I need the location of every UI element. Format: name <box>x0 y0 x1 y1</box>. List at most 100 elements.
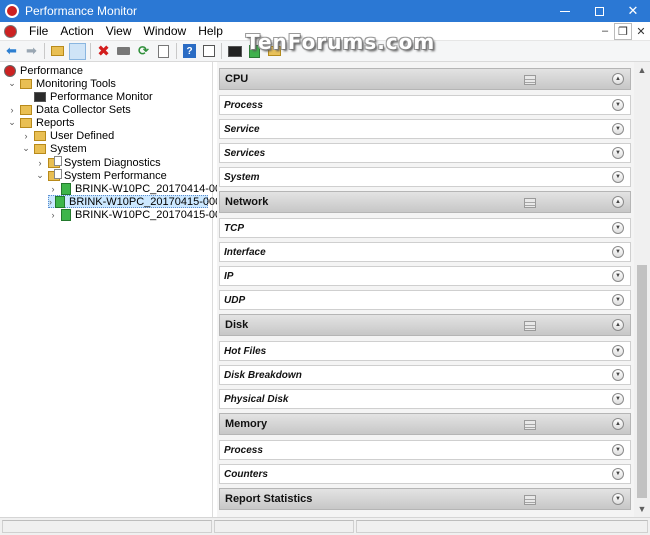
system-menu-icon[interactable] <box>4 24 17 38</box>
chevron-down-icon[interactable]: ⌄ <box>21 143 31 154</box>
chevron-right-icon[interactable]: › <box>48 210 58 220</box>
tree-node-system-performance[interactable]: ⌄ System Performance <box>35 168 167 182</box>
up-folder-icon[interactable] <box>49 43 66 60</box>
folder-icon <box>34 130 46 141</box>
chevron-right-icon[interactable]: › <box>49 197 52 207</box>
section-title: Report Statistics <box>225 493 313 505</box>
report-section-disk[interactable]: Disk ▲ <box>219 314 631 336</box>
expand-icon[interactable]: ▼ <box>612 270 624 282</box>
menu-file[interactable]: File <box>23 24 54 38</box>
scroll-down-icon[interactable]: ▼ <box>634 501 650 517</box>
menu-help[interactable]: Help <box>192 24 229 38</box>
report-subsection-interface[interactable]: Interface ▼ <box>219 242 631 262</box>
expand-icon[interactable]: ▼ <box>612 444 624 456</box>
tree-node-monitoring-tools[interactable]: ⌄ Monitoring Tools <box>7 77 116 90</box>
report-section-network[interactable]: Network ▲ <box>219 191 631 213</box>
tree-node-performance[interactable]: Performance <box>4 64 83 77</box>
tree-node-report-000002[interactable]: › BRINK-W10PC_20170415-000002 <box>48 195 240 208</box>
report-subsection-ip[interactable]: IP ▼ <box>219 266 631 286</box>
folder-icon <box>20 117 32 128</box>
back-arrow-icon[interactable]: ⬅ <box>3 43 20 60</box>
report-subsection-service[interactable]: Service ▼ <box>219 119 631 139</box>
chevron-down-icon[interactable]: ⌄ <box>7 117 17 128</box>
mdi-minimize-button[interactable]: – <box>596 23 614 40</box>
subsection-title: Disk Breakdown <box>224 369 302 381</box>
expand-icon[interactable]: ▼ <box>612 123 624 135</box>
report-subsection-counters[interactable]: Counters ▼ <box>219 464 631 484</box>
tree-node-label: Performance Monitor <box>50 90 153 103</box>
collapse-icon[interactable]: ▲ <box>612 73 624 85</box>
report-section-report-statistics[interactable]: Report Statistics ▼ <box>219 488 631 510</box>
table-icon[interactable] <box>524 321 536 331</box>
tree-node-label: BRINK-W10PC_20170415-000002 <box>69 195 240 208</box>
chevron-down-icon[interactable]: ⌄ <box>35 170 45 181</box>
subsection-title: Process <box>224 99 263 111</box>
chevron-right-icon[interactable]: › <box>7 105 17 115</box>
tree-node-report-000003[interactable]: › BRINK-W10PC_20170415-000003 <box>48 208 246 221</box>
refresh-icon[interactable]: ⟳ <box>135 43 152 60</box>
chevron-right-icon[interactable]: › <box>21 131 31 141</box>
export-list-icon[interactable] <box>155 43 172 60</box>
expand-icon[interactable]: ▼ <box>612 99 624 111</box>
tree-node-reports[interactable]: ⌄ Reports <box>7 116 74 129</box>
menu-view[interactable]: View <box>100 24 138 38</box>
expand-icon[interactable]: ▼ <box>612 393 624 405</box>
collapse-icon[interactable]: ▲ <box>612 418 624 430</box>
report-section-memory[interactable]: Memory ▲ <box>219 413 631 435</box>
table-icon[interactable] <box>524 198 536 208</box>
vertical-scrollbar[interactable]: ▲ ▼ <box>634 62 650 517</box>
tree-node-data-collector-sets[interactable]: › Data Collector Sets <box>7 103 131 116</box>
scroll-up-icon[interactable]: ▲ <box>634 62 650 78</box>
expand-icon[interactable]: ▼ <box>612 246 624 258</box>
tree-node-report-000001[interactable]: › BRINK-W10PC_20170414-000001 <box>48 182 246 195</box>
table-icon[interactable] <box>524 420 536 430</box>
menu-window[interactable]: Window <box>138 24 193 38</box>
tree-node-system[interactable]: ⌄ System <box>21 142 86 155</box>
report-subsection-hot-files[interactable]: Hot Files ▼ <box>219 341 631 361</box>
mdi-close-button[interactable]: ✕ <box>632 23 650 40</box>
expand-icon[interactable]: ▼ <box>612 345 624 357</box>
properties-icon[interactable] <box>115 43 132 60</box>
open-folder-icon[interactable] <box>266 43 283 60</box>
expand-icon[interactable]: ▼ <box>612 171 624 183</box>
new-report-icon[interactable] <box>246 43 263 60</box>
view-icon[interactable] <box>200 43 217 60</box>
report-subsection-udp[interactable]: UDP ▼ <box>219 290 631 310</box>
report-icon <box>55 195 65 208</box>
chevron-down-icon[interactable]: ⌄ <box>7 78 17 89</box>
collapse-icon[interactable]: ▲ <box>612 196 624 208</box>
table-icon[interactable] <box>524 495 536 505</box>
report-subsection-disk-breakdown[interactable]: Disk Breakdown ▼ <box>219 365 631 385</box>
console-icon[interactable] <box>226 43 243 60</box>
close-button[interactable]: ✕ <box>616 0 650 22</box>
table-icon[interactable] <box>524 75 536 85</box>
mdi-restore-button[interactable]: ❐ <box>614 22 632 40</box>
delete-icon[interactable]: ✖ <box>95 43 112 60</box>
chevron-right-icon[interactable]: › <box>35 158 45 168</box>
expand-icon[interactable]: ▼ <box>612 222 624 234</box>
expand-icon[interactable]: ▼ <box>612 147 624 159</box>
report-subsection-tcp[interactable]: TCP ▼ <box>219 218 631 238</box>
expand-icon[interactable]: ▼ <box>612 369 624 381</box>
report-subsection-process[interactable]: Process ▼ <box>219 440 631 460</box>
expand-icon[interactable]: ▼ <box>612 468 624 480</box>
collapse-icon[interactable]: ▲ <box>612 319 624 331</box>
menu-action[interactable]: Action <box>54 24 99 38</box>
report-subsection-system[interactable]: System ▼ <box>219 167 631 187</box>
report-subsection-physical-disk[interactable]: Physical Disk ▼ <box>219 389 631 409</box>
minimize-button[interactable] <box>548 0 582 22</box>
scroll-thumb[interactable] <box>637 265 647 498</box>
tree-node-system-diagnostics[interactable]: › System Diagnostics <box>35 155 161 169</box>
report-section-cpu[interactable]: CPU ▲ <box>219 68 631 90</box>
tree-node-performance-monitor[interactable]: Performance Monitor <box>34 90 153 103</box>
forward-arrow-icon[interactable]: ➡ <box>23 43 40 60</box>
tree-node-user-defined[interactable]: › User Defined <box>21 129 115 142</box>
expand-icon[interactable]: ▼ <box>612 294 624 306</box>
report-subsection-services[interactable]: Services ▼ <box>219 143 631 163</box>
report-subsection-process[interactable]: Process ▼ <box>219 95 631 115</box>
maximize-button[interactable] <box>582 0 616 22</box>
expand-icon[interactable]: ▼ <box>612 493 624 505</box>
help-icon[interactable]: ? <box>183 44 196 58</box>
show-tree-icon[interactable] <box>69 42 86 60</box>
chevron-right-icon[interactable]: › <box>48 184 58 194</box>
